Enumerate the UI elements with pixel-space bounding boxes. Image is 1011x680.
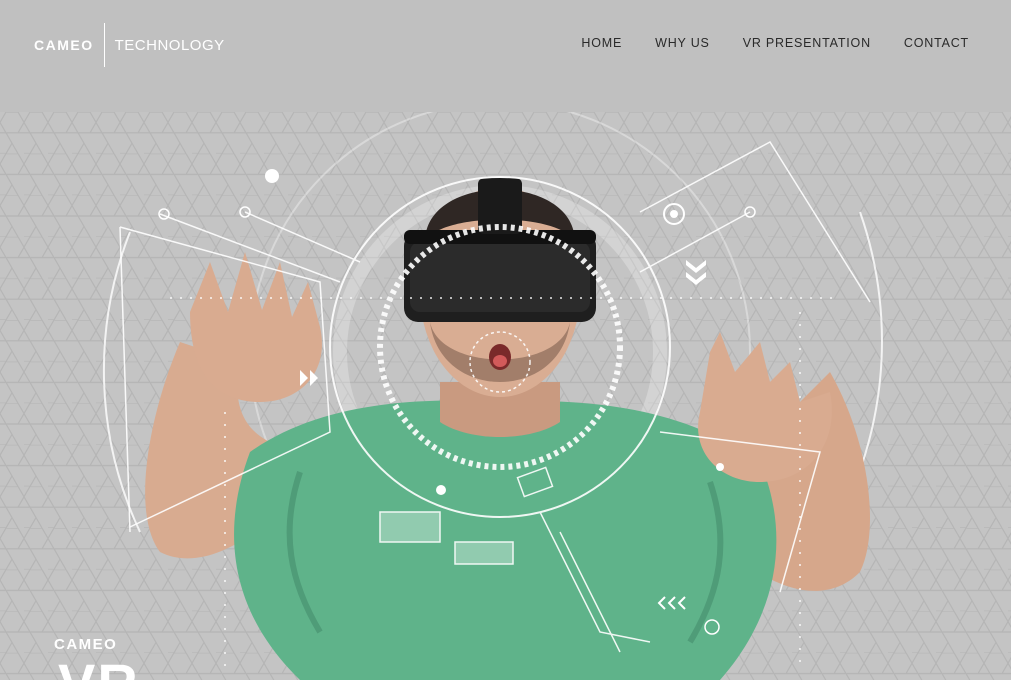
nav-why-us[interactable]: WHY US xyxy=(655,36,710,50)
nav-home[interactable]: HOME xyxy=(581,36,622,50)
vr-headset-man-hud-image xyxy=(0,112,1011,680)
nav-contact[interactable]: CONTACT xyxy=(904,36,969,50)
logo-tagline: TECHNOLOGY xyxy=(114,36,225,54)
nav-vr-presentation[interactable]: VR PRESENTATION xyxy=(743,36,871,50)
site-header: CAMEO TECHNOLOGY HOME WHY US VR PRESENTA… xyxy=(0,0,1011,90)
hero-title: VR xyxy=(58,656,140,680)
logo[interactable]: CAMEO TECHNOLOGY xyxy=(34,22,225,68)
hero-image xyxy=(0,112,1011,680)
logo-wordmark: CAMEO xyxy=(34,37,94,53)
hero-brand-label: CAMEO xyxy=(54,636,118,653)
main-nav: HOME WHY US VR PRESENTATION CONTACT xyxy=(581,36,969,50)
logo-divider xyxy=(103,23,105,67)
